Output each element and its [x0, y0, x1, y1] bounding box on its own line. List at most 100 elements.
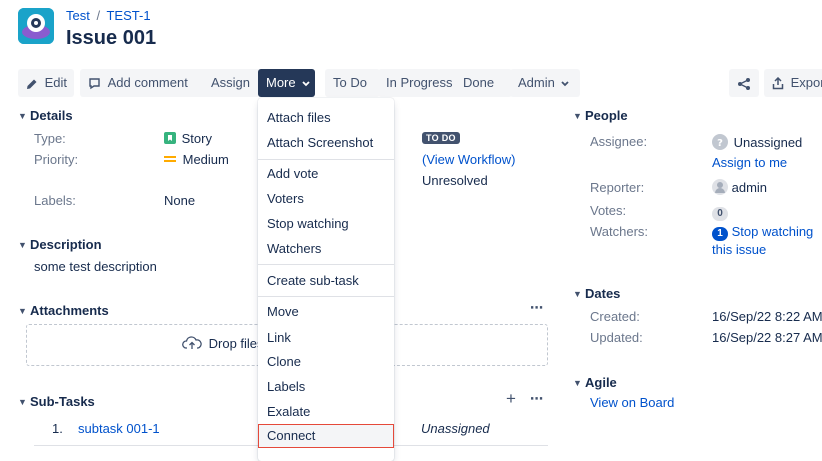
menu-item-move[interactable]: Move [258, 300, 394, 324]
description-section-toggle[interactable]: ▼ Description [18, 237, 102, 252]
subtasks-section-toggle[interactable]: ▼ Sub-Tasks [18, 394, 95, 409]
view-workflow-link[interactable]: (View Workflow) [422, 152, 515, 167]
add-subtask-icon[interactable]: + [506, 389, 516, 409]
done-button[interactable]: Done [455, 69, 512, 97]
details-section-toggle[interactable]: ▼ Details [18, 108, 73, 123]
menu-item-labels[interactable]: Labels [258, 375, 394, 399]
chevron-down-icon: ▼ [18, 306, 27, 316]
description-text[interactable]: some test description [34, 259, 157, 274]
priority-medium-icon [164, 156, 176, 162]
subtasks-more-icon[interactable]: ⋯ [530, 391, 544, 407]
dates-section-toggle[interactable]: ▼ Dates [573, 286, 620, 301]
labels-label: Labels: [34, 193, 76, 208]
svg-text:?: ? [717, 138, 723, 149]
story-icon [164, 132, 176, 144]
share-button[interactable] [729, 69, 759, 97]
menu-item-create-subtask[interactable]: Create sub-task [258, 269, 394, 293]
type-label: Type: [34, 131, 66, 146]
details-title: Details [30, 108, 73, 123]
page-title: Issue 001 [66, 27, 157, 49]
breadcrumb-issue-link[interactable]: TEST-1 [106, 8, 150, 23]
menu-item-stop-watching[interactable]: Stop watching [258, 212, 394, 236]
menu-item-watchers[interactable]: Watchers [258, 237, 394, 261]
priority-value: Medium [164, 152, 229, 167]
type-value-text: Story [181, 131, 212, 146]
breadcrumb: Test / TEST-1 [66, 8, 151, 23]
assignee-value[interactable]: ? Unassigned [712, 134, 802, 150]
add-comment-button[interactable]: Add comment [80, 69, 212, 97]
attachments-more-icon[interactable]: ⋯ [530, 300, 544, 316]
reporter-label: Reporter: [590, 180, 645, 195]
add-comment-label: Add comment [107, 75, 188, 90]
labels-value[interactable]: None [164, 193, 195, 208]
attachments-section-toggle[interactable]: ▼ Attachments [18, 303, 109, 318]
breadcrumb-project-link[interactable]: Test [66, 8, 90, 23]
admin-label: Admin [518, 75, 555, 90]
menu-item-exalate[interactable]: Exalate [258, 400, 394, 424]
watchers-count-badge: 1 [712, 227, 728, 241]
more-button[interactable]: More [258, 69, 315, 97]
people-title: People [585, 108, 628, 123]
pencil-icon [27, 79, 37, 89]
chevron-down-icon [561, 80, 570, 86]
more-label: More [266, 75, 296, 90]
view-on-board-link[interactable]: View on Board [590, 395, 674, 410]
menu-item-voters[interactable]: Voters [258, 187, 394, 211]
chevron-down-icon: ▼ [573, 378, 582, 388]
export-label: Export [790, 75, 822, 90]
chevron-down-icon: ▼ [18, 397, 27, 407]
dates-title: Dates [585, 286, 621, 301]
priority-label: Priority: [34, 152, 79, 167]
created-value: 16/Sep/22 8:22 AM [712, 309, 822, 324]
cloud-upload-icon [182, 336, 202, 349]
menu-item-connect[interactable]: Connect [258, 424, 394, 448]
todo-button[interactable]: To Do [325, 69, 380, 97]
project-avatar-icon[interactable] [18, 8, 54, 44]
menu-item-link[interactable]: Link [258, 326, 394, 350]
edit-label: Edit [44, 75, 68, 90]
type-value: Story [164, 131, 212, 146]
menu-divider [258, 296, 394, 297]
chevron-down-icon: ▼ [573, 289, 582, 299]
assignee-value-text: Unassigned [733, 135, 803, 150]
chevron-down-icon [302, 80, 310, 86]
agile-section-toggle[interactable]: ▼ Agile [573, 375, 617, 390]
edit-button[interactable]: Edit [18, 69, 74, 97]
assignee-label: Assignee: [590, 134, 648, 149]
menu-divider [258, 264, 394, 265]
reporter-value-text: admin [731, 180, 768, 195]
reporter-value[interactable]: admin [712, 179, 767, 195]
chevron-down-icon: ▼ [18, 240, 27, 250]
priority-value-text: Medium [182, 152, 229, 167]
resolution-value: Unresolved [422, 173, 488, 188]
menu-item-clone[interactable]: Clone [258, 350, 394, 374]
subtasks-title: Sub-Tasks [30, 394, 95, 409]
menu-item-add-vote[interactable]: Add vote [258, 162, 394, 186]
export-icon [772, 77, 784, 90]
watchers-value[interactable]: 1 Stop watching [712, 224, 813, 241]
people-section-toggle[interactable]: ▼ People [573, 108, 628, 123]
votes-count-badge: 0 [712, 207, 728, 221]
attachments-title: Attachments [30, 303, 109, 318]
export-button[interactable]: Export [764, 69, 822, 97]
votes-label: Votes: [590, 203, 627, 218]
this-issue-link[interactable]: this issue [712, 242, 766, 257]
breadcrumb-separator: / [96, 8, 101, 23]
menu-item-attach-files[interactable]: Attach files [258, 106, 394, 130]
dropzone-content: Drop files [182, 336, 264, 351]
created-label: Created: [590, 309, 640, 324]
more-dropdown-menu: Attach files Attach Screenshot Add vote … [258, 98, 394, 461]
description-title: Description [30, 237, 102, 252]
votes-value[interactable]: 0 [712, 204, 728, 221]
menu-item-attach-screenshot[interactable]: Attach Screenshot [258, 131, 394, 155]
menu-divider [258, 159, 394, 160]
stop-watching-link[interactable]: Stop watching [732, 224, 814, 239]
assign-to-me-link[interactable]: Assign to me [712, 155, 787, 170]
admin-button[interactable]: Admin [510, 69, 580, 97]
watchers-label: Watchers: [590, 224, 649, 239]
chevron-down-icon: ▼ [18, 111, 27, 121]
agile-title: Agile [585, 375, 617, 390]
drop-files-text: Drop files [208, 336, 264, 351]
share-icon [738, 77, 750, 90]
subtask-link[interactable]: subtask 001-1 [78, 421, 160, 436]
